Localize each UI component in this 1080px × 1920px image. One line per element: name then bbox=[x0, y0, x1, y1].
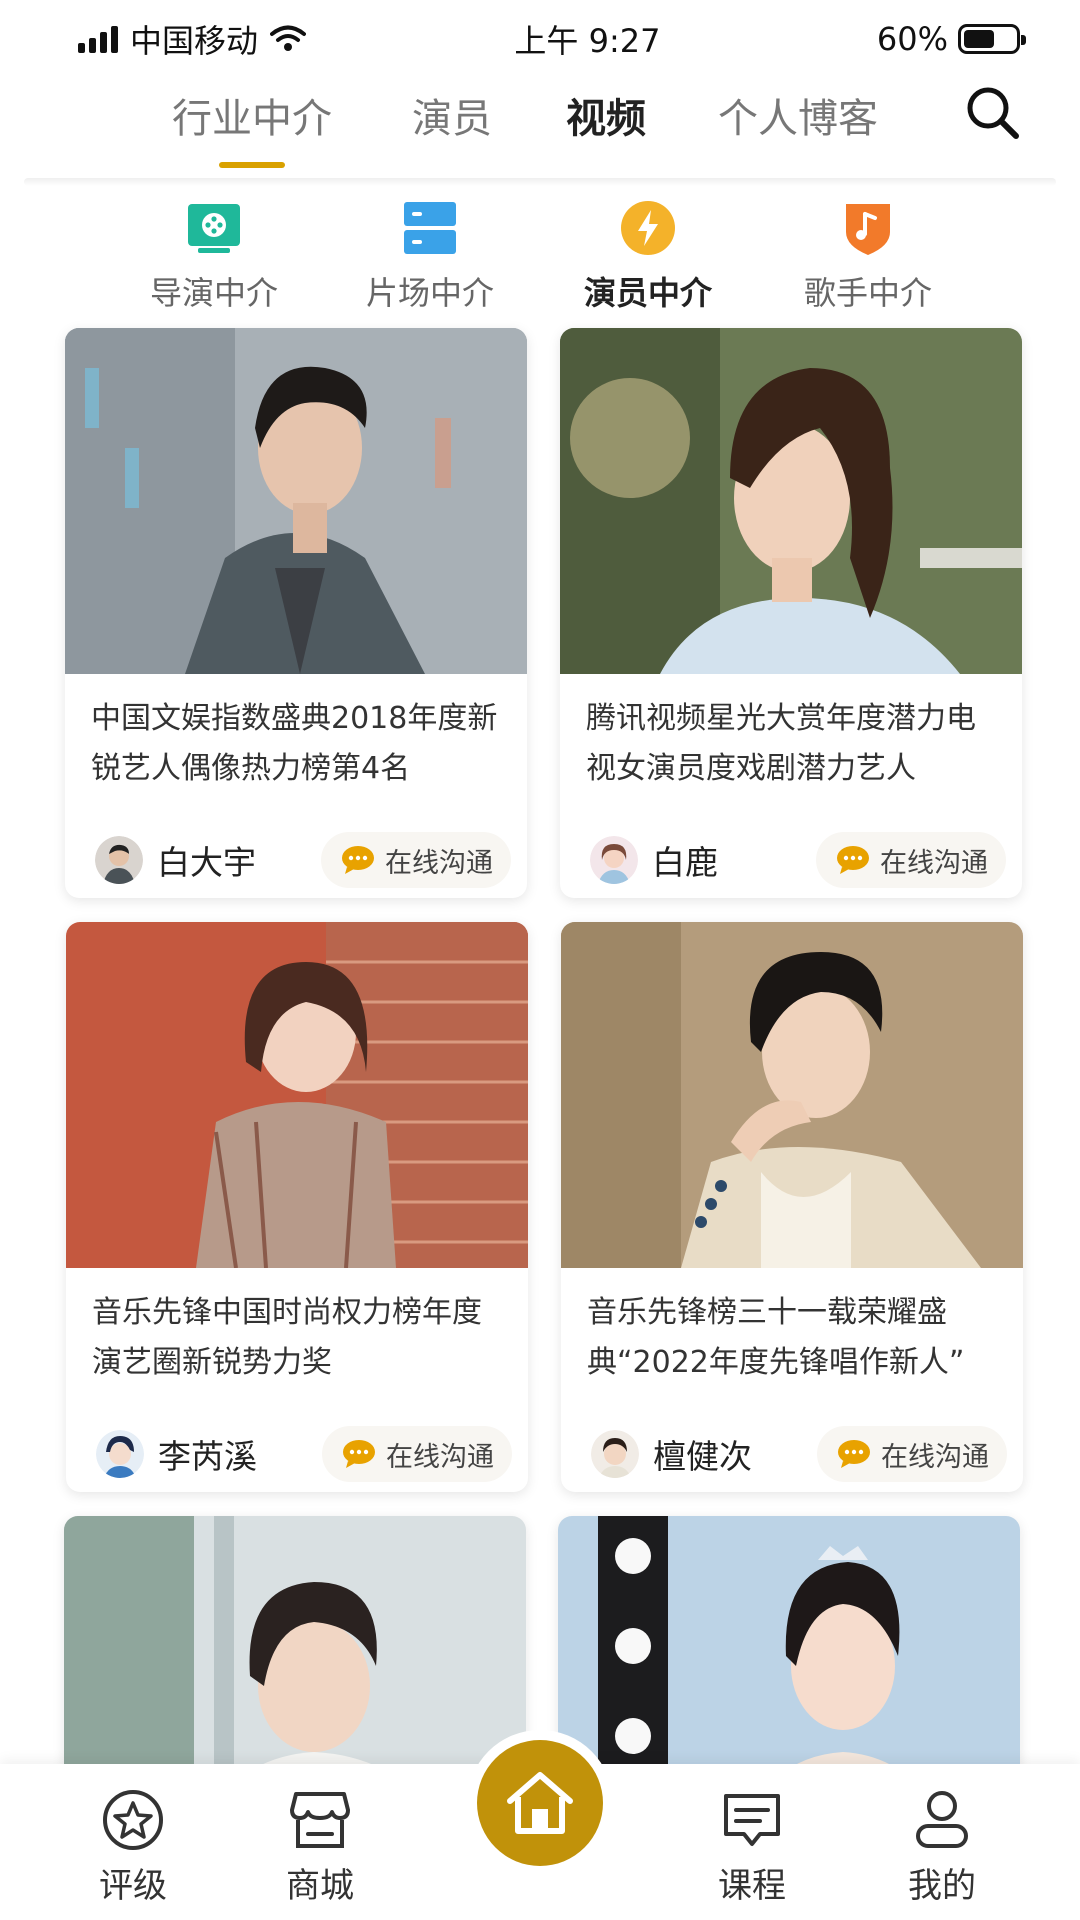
chat-label: 在线沟通 bbox=[881, 1441, 989, 1473]
card-footer: 白大宇 在线沟通 bbox=[65, 802, 527, 898]
server-icon bbox=[404, 202, 456, 254]
header-divider bbox=[24, 178, 1056, 186]
music-shield-icon bbox=[846, 204, 890, 255]
nav-label: 商城 bbox=[286, 1866, 354, 1906]
online-chat-button[interactable]: 在线沟通 bbox=[321, 832, 511, 888]
home-button[interactable] bbox=[477, 1740, 603, 1866]
actor-name: 白鹿 bbox=[652, 843, 718, 882]
category-actor-agency[interactable]: 演员中介 bbox=[558, 200, 738, 314]
actor-photo-illustration bbox=[561, 922, 1023, 1268]
card-description: 音乐先锋中国时尚权力榜年度演艺圈新锐势力奖 bbox=[92, 1295, 482, 1380]
search-icon[interactable] bbox=[964, 84, 1022, 142]
wifi-icon bbox=[270, 25, 307, 51]
tab-label: 个人博客 bbox=[718, 96, 878, 142]
actor-card[interactable]: 腾讯视频星光大赏年度潜力电视女演员度戏剧潜力艺人 白鹿 在线沟通 bbox=[560, 328, 1022, 898]
active-tab-underline bbox=[219, 162, 285, 168]
chat-label: 在线沟通 bbox=[386, 1441, 494, 1473]
tab-actors[interactable]: 演员 bbox=[412, 86, 492, 144]
chat-bubble-icon bbox=[342, 846, 374, 874]
tab-industry-agency[interactable]: 行业中介 bbox=[172, 86, 332, 168]
card-footer: 李芮溪 在线沟通 bbox=[66, 1396, 528, 1492]
home-icon bbox=[507, 1772, 573, 1834]
actor-photo-illustration bbox=[66, 922, 528, 1268]
avatar bbox=[96, 1430, 144, 1478]
carrier-label: 中国移动 bbox=[130, 22, 259, 60]
actor-name: 檀健次 bbox=[653, 1437, 752, 1476]
star-circle-icon bbox=[103, 1790, 163, 1850]
category-label: 导演中介 bbox=[149, 274, 278, 312]
online-chat-button[interactable]: 在线沟通 bbox=[817, 1426, 1007, 1482]
avatar bbox=[591, 1430, 639, 1478]
battery-fill bbox=[964, 30, 994, 48]
nav-rating[interactable]: 评级 bbox=[63, 1788, 203, 1907]
chat-label: 在线沟通 bbox=[385, 847, 493, 879]
tab-personal-blog[interactable]: 个人博客 bbox=[718, 86, 878, 144]
category-director-agency[interactable]: 导演中介 bbox=[124, 200, 304, 314]
battery-percent: 60% bbox=[876, 20, 948, 58]
avatar bbox=[95, 836, 143, 884]
category-label: 歌手中介 bbox=[803, 274, 932, 312]
nav-mine[interactable]: 我的 bbox=[872, 1788, 1012, 1907]
lightning-icon bbox=[621, 201, 675, 255]
status-left: 中国移动 bbox=[78, 16, 438, 62]
actor-photo-illustration bbox=[560, 328, 1022, 674]
tab-video[interactable]: 视频 bbox=[566, 86, 646, 144]
actor-card[interactable]: 音乐先锋中国时尚权力榜年度演艺圈新锐势力奖 李芮溪 在线沟通 bbox=[66, 922, 528, 1492]
signal-icon bbox=[78, 25, 118, 53]
tab-label: 视频 bbox=[566, 96, 646, 142]
nav-label: 我的 bbox=[908, 1866, 976, 1906]
online-chat-button[interactable]: 在线沟通 bbox=[322, 1426, 512, 1482]
user-icon bbox=[916, 1791, 968, 1848]
film-reel-icon bbox=[188, 204, 240, 253]
card-description: 腾讯视频星光大赏年度潜力电视女演员度戏剧潜力艺人 bbox=[586, 701, 976, 786]
top-tabs: 行业中介 演员 视频 个人博客 bbox=[0, 78, 1080, 178]
actor-photo bbox=[560, 328, 1022, 674]
store-icon bbox=[290, 1792, 350, 1848]
actor-name: 白大宇 bbox=[157, 843, 256, 882]
category-singer-agency[interactable]: 歌手中介 bbox=[778, 200, 958, 314]
category-label: 片场中介 bbox=[365, 274, 494, 312]
chat-bubble-icon bbox=[838, 1440, 870, 1468]
actor-photo bbox=[65, 328, 527, 674]
category-studio-agency[interactable]: 片场中介 bbox=[340, 200, 520, 314]
course-board-icon bbox=[724, 1794, 780, 1846]
card-description: 音乐先锋榜三十一载荣耀盛典“2022年度先锋唱作新人” bbox=[587, 1295, 965, 1380]
avatar bbox=[590, 836, 638, 884]
actor-card[interactable]: 音乐先锋榜三十一载荣耀盛典“2022年度先锋唱作新人” 檀健次 在线沟通 bbox=[561, 922, 1023, 1492]
nav-label: 评级 bbox=[99, 1866, 167, 1906]
actor-photo bbox=[561, 922, 1023, 1268]
tab-label: 演员 bbox=[412, 96, 492, 142]
actor-photo-illustration bbox=[65, 328, 527, 674]
online-chat-button[interactable]: 在线沟通 bbox=[816, 832, 1006, 888]
chat-label: 在线沟通 bbox=[880, 847, 988, 879]
nav-course[interactable]: 课程 bbox=[682, 1788, 822, 1907]
status-time: 上午 9:27 bbox=[514, 22, 661, 60]
status-bar: 中国移动 上午 9:27 60% bbox=[0, 0, 1080, 78]
nav-label: 课程 bbox=[718, 1866, 786, 1906]
tab-label: 行业中介 bbox=[172, 96, 332, 142]
actor-name: 李芮溪 bbox=[158, 1437, 257, 1476]
actor-photo bbox=[66, 922, 528, 1268]
chat-bubble-icon bbox=[343, 1440, 375, 1468]
category-label: 演员中介 bbox=[583, 274, 712, 312]
card-description: 中国文娱指数盛典2018年度新锐艺人偶像热力榜第4名 bbox=[91, 701, 498, 786]
actor-card[interactable]: 中国文娱指数盛典2018年度新锐艺人偶像热力榜第4名 白大宇 在线沟通 bbox=[65, 328, 527, 898]
card-footer: 檀健次 在线沟通 bbox=[561, 1396, 1023, 1492]
chat-bubble-icon bbox=[837, 846, 869, 874]
card-footer: 白鹿 在线沟通 bbox=[560, 802, 1022, 898]
status-right: 60% bbox=[876, 20, 1026, 58]
category-row: 导演中介 片场中介 演员中介 歌手中介 bbox=[0, 200, 1080, 318]
nav-store[interactable]: 商城 bbox=[250, 1788, 390, 1907]
battery-icon bbox=[958, 24, 1026, 54]
